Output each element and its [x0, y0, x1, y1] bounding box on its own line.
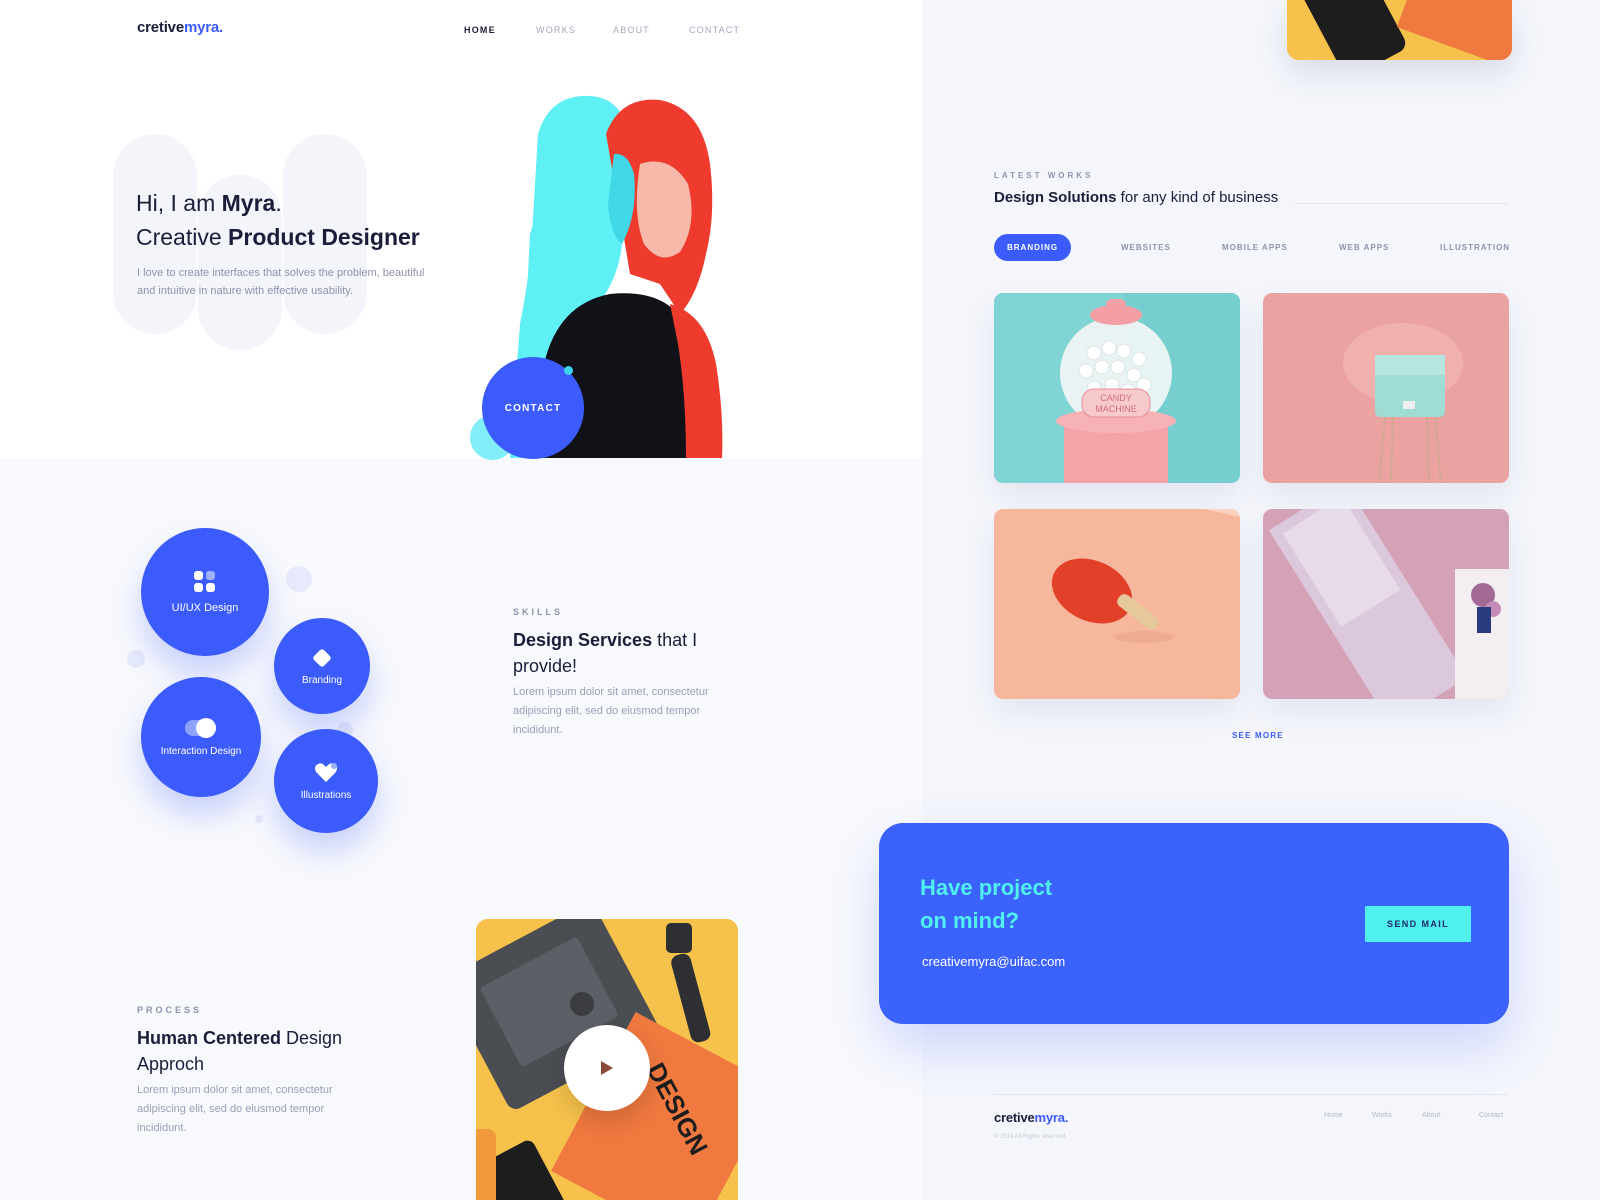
- cta-title-line-1: Have project: [920, 875, 1053, 900]
- play-icon: [601, 1061, 613, 1075]
- hero-greeting-end: .: [275, 190, 282, 216]
- toggle-icon: [185, 717, 216, 738]
- works-title-rest: for any kind of business: [1116, 189, 1279, 206]
- grid-icon: [194, 571, 215, 592]
- divider: [1294, 203, 1508, 204]
- footer-link-about[interactable]: About: [1422, 1112, 1440, 1119]
- skill-uiux-design[interactable]: UI/UX Design: [141, 528, 269, 656]
- logo-text-prefix: cretive: [137, 19, 184, 36]
- work-card-mint-bag[interactable]: [1263, 293, 1509, 483]
- work-card-candy-machine[interactable]: CANDY MACHINE: [994, 293, 1240, 483]
- skills-title-bold: Design Services: [513, 630, 653, 650]
- skill-label: Branding: [301, 674, 343, 686]
- tab-websites[interactable]: WEBSITES: [1121, 243, 1171, 252]
- skill-branding[interactable]: Branding: [274, 618, 370, 714]
- hero-heading: Hi, I am Myra. Creative Product Designer: [136, 186, 420, 254]
- work-card-ping-pong[interactable]: [994, 509, 1240, 699]
- decor-dot: [127, 650, 145, 668]
- footer-logo[interactable]: cretivemyra.: [994, 1110, 1068, 1125]
- cta-title-line-2: on mind?: [920, 908, 1019, 933]
- diamond-icon: [313, 648, 331, 667]
- process-title-bold: Human Centered: [137, 1028, 282, 1048]
- skill-label: Illustrations: [300, 789, 352, 801]
- work-image: CANDY MACHINE: [994, 293, 1240, 483]
- heart-icon: [315, 762, 337, 782]
- work-image: [1263, 293, 1509, 483]
- tab-web-apps[interactable]: WEB APPS: [1339, 243, 1389, 252]
- process-description: Lorem ipsum dolor sit amet, consectetur …: [137, 1084, 333, 1134]
- nav-contact[interactable]: CONTACT: [689, 25, 740, 35]
- hero-greeting: Hi, I am: [136, 190, 222, 216]
- decor-dot: [564, 366, 573, 375]
- works-title: Design Solutions for any kind of busines…: [994, 189, 1278, 206]
- works-title-bold: Design Solutions: [994, 189, 1117, 206]
- work-image: [994, 509, 1240, 699]
- logo[interactable]: cretivemyra.: [137, 19, 223, 36]
- divider: [994, 1094, 1508, 1095]
- footer-link-contact[interactable]: Contact: [1479, 1112, 1503, 1119]
- thumbnail-illustration: [1287, 0, 1512, 60]
- work-card-paper-flowers[interactable]: [1263, 509, 1509, 699]
- candy-label-2: MACHINE: [1095, 404, 1137, 414]
- skill-label: Interaction Design: [160, 745, 242, 757]
- hero-role: Product Designer: [228, 224, 420, 250]
- footer-link-home[interactable]: Home: [1324, 1112, 1343, 1119]
- skills-description: Lorem ipsum dolor sit amet, consectetur …: [513, 686, 709, 736]
- hero-description: I love to create interfaces that solves …: [137, 267, 425, 297]
- process-title: Human Centered Design Approch: [137, 1025, 377, 1077]
- cta-title: Have project on mind?: [920, 871, 1052, 937]
- footer-link-works[interactable]: Works: [1372, 1112, 1392, 1119]
- skill-label: UI/UX Design: [171, 602, 239, 614]
- process-kicker: PROCESS: [137, 1005, 203, 1015]
- decor-dot: [286, 566, 312, 592]
- nav-about[interactable]: ABOUT: [613, 25, 650, 35]
- tab-branding[interactable]: BRANDING: [994, 234, 1072, 261]
- works-kicker: LATEST WORKS: [994, 171, 1094, 180]
- logo-text-prefix: cretive: [994, 1110, 1035, 1125]
- logo-text-suffix: myra.: [1034, 1110, 1069, 1125]
- see-more-link[interactable]: SEE MORE: [1232, 731, 1284, 740]
- logo-text-suffix: myra.: [183, 19, 224, 36]
- cta-email[interactable]: creativemyra@uifac.com: [922, 954, 1065, 969]
- tab-illustration[interactable]: ILLUSTRATION: [1440, 243, 1510, 252]
- hero-role-prefix: Creative: [136, 224, 229, 250]
- send-mail-button[interactable]: SEND MAIL: [1365, 906, 1471, 942]
- nav-works[interactable]: WORKS: [536, 25, 576, 35]
- skill-interaction-design[interactable]: Interaction Design: [141, 677, 261, 797]
- play-video-button[interactable]: [564, 1025, 650, 1111]
- work-image: [1263, 509, 1509, 699]
- nav-home[interactable]: HOME: [464, 25, 496, 35]
- decor-dot: [255, 815, 263, 823]
- tab-mobile-apps[interactable]: MOBILE APPS: [1222, 243, 1288, 252]
- skills-kicker: SKILLS: [513, 607, 564, 617]
- previous-work-thumbnail[interactable]: [1287, 0, 1512, 60]
- hero-name: Myra: [221, 190, 276, 216]
- skills-title: Design Services that I provide!: [513, 627, 743, 679]
- skill-illustrations[interactable]: Illustrations: [274, 729, 378, 833]
- candy-label-1: CANDY: [1100, 393, 1132, 403]
- copyright: © 2019 All Rights reserved: [994, 1134, 1066, 1140]
